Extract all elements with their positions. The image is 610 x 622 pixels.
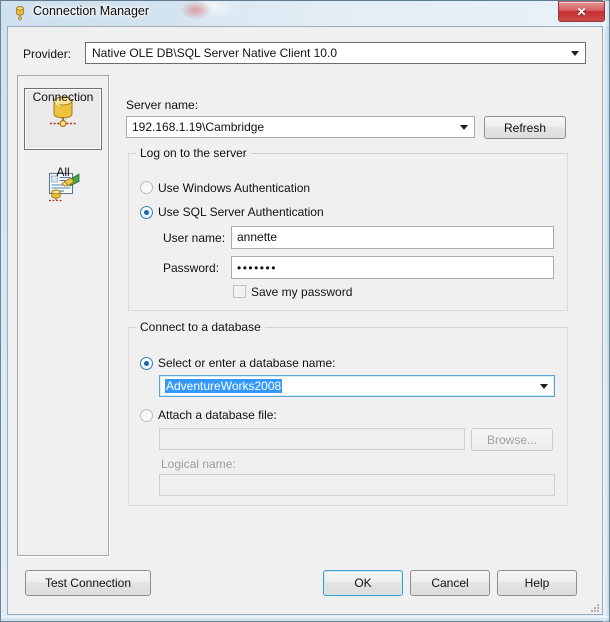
save-password-label: Save my password [251, 285, 353, 299]
help-button-label: Help [524, 576, 550, 590]
select-database-radio[interactable] [140, 357, 153, 370]
ok-button[interactable]: OK [323, 570, 403, 596]
test-connection-label: Test Connection [44, 576, 132, 590]
refresh-button-label: Refresh [503, 120, 547, 135]
logical-name-field[interactable] [159, 474, 555, 496]
attach-database-radio[interactable] [140, 409, 153, 422]
sidebar-item-all[interactable]: All [24, 164, 102, 226]
provider-label: Provider: [23, 47, 72, 61]
sidebar-item-connection[interactable]: Connection [24, 88, 102, 150]
frame-right-inner [603, 0, 609, 622]
password-field[interactable]: ••••••• [231, 256, 554, 279]
frame-bottom-inner [1, 616, 609, 621]
sidebar-item-connection-label: Connection [32, 90, 94, 104]
sidebar-item-all-label: All [56, 165, 70, 179]
logon-group-title: Log on to the server [136, 146, 251, 160]
chevron-down-icon[interactable] [455, 118, 473, 136]
connection-manager-window: Connection Manager ✕ Provider: Native OL… [0, 0, 610, 622]
window-title: Connection Manager [33, 4, 150, 18]
server-name-combobox[interactable]: 192.168.1.19\Cambridge [126, 116, 475, 138]
provider-value: Native OLE DB\SQL Server Native Client 1… [92, 46, 337, 60]
close-icon: ✕ [576, 4, 587, 19]
database-name-combobox[interactable]: AdventureWorks2008 [159, 375, 555, 397]
windows-auth-label: Use Windows Authentication [158, 181, 311, 195]
refresh-button[interactable]: Refresh [484, 116, 566, 139]
resize-grip[interactable] [589, 602, 601, 614]
test-connection-button[interactable]: Test Connection [25, 570, 151, 596]
save-password-checkbox[interactable] [233, 285, 246, 298]
attach-database-label: Attach a database file: [158, 408, 277, 422]
database-icon [12, 5, 28, 21]
windows-auth-radio[interactable] [140, 181, 153, 194]
sql-auth-label: Use SQL Server Authentication [158, 205, 324, 219]
username-label: User name: [163, 231, 226, 245]
titlebar[interactable]: Connection Manager ✕ [0, 0, 610, 26]
select-database-label: Select or enter a database name: [158, 356, 336, 370]
database-group-title: Connect to a database [136, 320, 265, 334]
server-name-value: 192.168.1.19\Cambridge [132, 120, 265, 134]
sql-auth-radio[interactable] [140, 206, 153, 219]
password-value: ••••••• [237, 261, 277, 275]
cancel-button-label: Cancel [431, 576, 469, 590]
category-sidebar: Connection All [17, 75, 109, 556]
ok-button-label: OK [354, 576, 372, 590]
attach-file-field[interactable] [159, 428, 465, 450]
browse-button-label: Browse... [486, 432, 537, 447]
server-name-label: Server name: [126, 98, 199, 112]
close-button[interactable]: ✕ [558, 1, 605, 22]
cancel-button[interactable]: Cancel [410, 570, 490, 596]
help-button[interactable]: Help [497, 570, 577, 596]
frame-left-edge [0, 0, 1, 622]
chevron-down-icon[interactable] [535, 377, 553, 395]
password-label: Password: [163, 261, 220, 275]
provider-combobox[interactable]: Native OLE DB\SQL Server Native Client 1… [85, 42, 586, 64]
username-value: annette [237, 230, 278, 244]
chevron-down-icon[interactable] [566, 44, 584, 62]
browse-button[interactable]: Browse... [471, 428, 553, 451]
username-field[interactable]: annette [231, 226, 554, 249]
logical-name-label: Logical name: [161, 457, 236, 471]
database-name-value: AdventureWorks2008 [165, 379, 283, 393]
